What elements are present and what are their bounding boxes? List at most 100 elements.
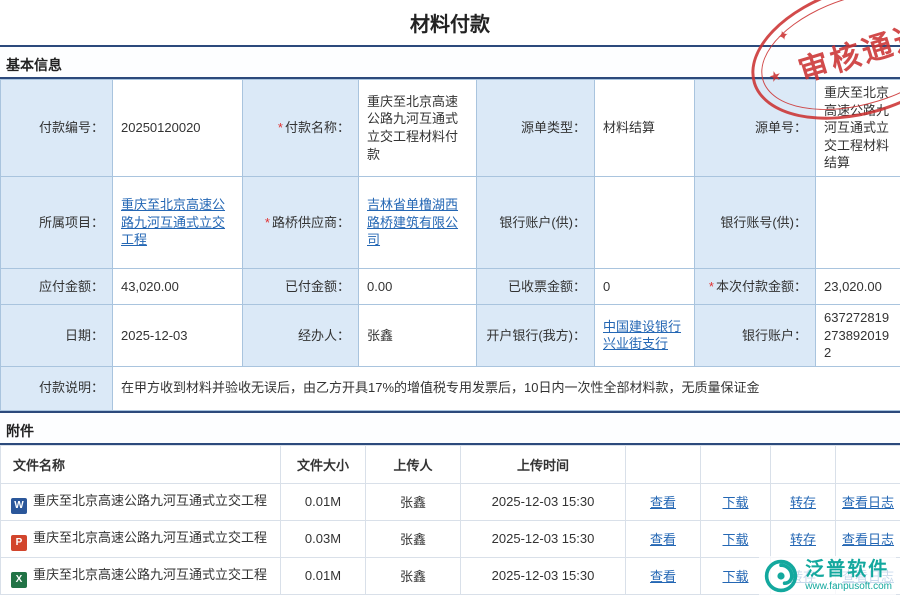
section-attachments-header: 附件 xyxy=(0,411,900,445)
field-label-text: 应付金额： xyxy=(39,279,104,294)
action-header-empty xyxy=(701,445,771,483)
view-link[interactable]: 查看 xyxy=(650,569,676,584)
field-label-text: 银行账号(供)： xyxy=(720,215,807,230)
view-link[interactable]: 查看 xyxy=(650,532,676,547)
project-value: 重庆至北京高速公路九河互通式立交工程 xyxy=(113,177,243,269)
payment-no-value: 20250120020 xyxy=(113,80,243,177)
bank-account-value: 6372728192738920192 xyxy=(816,305,900,367)
current-payment-value: 23,020.00 xyxy=(816,269,900,305)
view-cell: 查看 xyxy=(626,483,701,520)
our-bank-value: 中国建设银行兴业街支行 xyxy=(595,305,695,367)
field-label-text: 源单类型： xyxy=(521,120,586,135)
project-link[interactable]: 重庆至北京高速公路九河互通式立交工程 xyxy=(121,197,225,247)
handler-label: 经办人： xyxy=(243,305,359,367)
our-bank-label: 开户银行(我方)： xyxy=(477,305,595,367)
field-label-text: 银行账户(供)： xyxy=(499,215,586,230)
attachments-title: 附件 xyxy=(6,423,34,439)
file-name-header: 文件名称 xyxy=(1,445,281,483)
download-cell: 下载 xyxy=(701,520,771,557)
file-name-cell: P重庆至北京高速公路九河互通式立交工程 xyxy=(1,520,281,557)
field-label-text: 源单号： xyxy=(755,120,807,135)
bank-no-supplier-value xyxy=(816,177,900,269)
source-no-label: 源单号： xyxy=(695,80,816,177)
required-mark: * xyxy=(265,215,270,230)
our-bank-link[interactable]: 中国建设银行兴业街支行 xyxy=(603,319,681,352)
basic-info-title: 基本信息 xyxy=(6,57,62,73)
payment-name-label: *付款名称： xyxy=(243,80,359,177)
transfer-link[interactable]: 转存 xyxy=(790,495,816,510)
page-title: 材料付款 xyxy=(0,0,900,45)
supplier-label: *路桥供应商： xyxy=(243,177,359,269)
view-log-link[interactable]: 查看日志 xyxy=(842,532,894,547)
uploader-header: 上传人 xyxy=(366,445,461,483)
attachment-row: W重庆至北京高速公路九河互通式立交工程 0.01M 张鑫 2025-12-03 … xyxy=(1,483,900,520)
brand-watermark: 泛普软件 www.fanpusoft.com xyxy=(759,556,896,596)
upload-time-cell: 2025-12-03 15:30 xyxy=(461,483,626,520)
current-payment-label: *本次付款金额： xyxy=(695,269,816,305)
view-log-link[interactable]: 查看日志 xyxy=(842,495,894,510)
project-label: 所属项目： xyxy=(1,177,113,269)
basic-info-table: 付款编号： 20250120020 *付款名称： 重庆至北京高速公路九河互通式立… xyxy=(0,79,900,411)
excel-file-icon: X xyxy=(11,572,27,588)
upload-time-header: 上传时间 xyxy=(461,445,626,483)
field-label-text: 已付金额： xyxy=(285,279,350,294)
action-header-empty xyxy=(771,445,836,483)
field-label-text: 经办人： xyxy=(298,328,350,343)
supplier-value: 吉林省单橹湖西路桥建筑有限公司 xyxy=(359,177,477,269)
source-type-label: 源单类型： xyxy=(477,80,595,177)
attachment-row: P重庆至北京高速公路九河互通式立交工程 0.03M 张鑫 2025-12-03 … xyxy=(1,520,900,557)
brand-logo-icon xyxy=(763,558,799,594)
upload-time-cell: 2025-12-03 15:30 xyxy=(461,520,626,557)
view-cell: 查看 xyxy=(626,520,701,557)
field-label-text: 银行账户： xyxy=(742,328,807,343)
attachments-header-row: 文件名称 文件大小 上传人 上传时间 xyxy=(1,445,900,483)
invoiced-amount-label: 已收票金额： xyxy=(477,269,595,305)
required-mark: * xyxy=(278,120,283,135)
field-label-text: 付款编号： xyxy=(39,120,104,135)
field-label-text: 路桥供应商： xyxy=(272,215,350,230)
file-name-text: 重庆至北京高速公路九河互通式立交工程 xyxy=(33,530,267,545)
uploader-cell: 张鑫 xyxy=(366,520,461,557)
file-name-text: 重庆至北京高速公路九河互通式立交工程 xyxy=(33,567,267,582)
download-link[interactable]: 下载 xyxy=(722,569,748,584)
required-mark: * xyxy=(709,279,714,294)
upload-time-cell: 2025-12-03 15:30 xyxy=(461,557,626,594)
transfer-cell: 转存 xyxy=(771,483,836,520)
date-label: 日期： xyxy=(1,305,113,367)
file-name-cell: W重庆至北京高速公路九河互通式立交工程 xyxy=(1,483,281,520)
paid-amount-value: 0.00 xyxy=(359,269,477,305)
view-link[interactable]: 查看 xyxy=(650,495,676,510)
transfer-link[interactable]: 转存 xyxy=(790,532,816,547)
field-label-text: 本次付款金额： xyxy=(716,279,807,294)
brand-website: www.fanpusoft.com xyxy=(805,581,892,592)
bank-account-supplier-label: 银行账户(供)： xyxy=(477,177,595,269)
word-file-icon: W xyxy=(11,498,27,514)
payable-amount-label: 应付金额： xyxy=(1,269,113,305)
download-cell: 下载 xyxy=(701,483,771,520)
bank-account-label: 银行账户： xyxy=(695,305,816,367)
field-label-text: 所属项目： xyxy=(39,215,104,230)
date-value: 2025-12-03 xyxy=(113,305,243,367)
field-label-text: 已收票金额： xyxy=(508,279,586,294)
source-no-value: 重庆至北京高速公路九河互通式立交工程材料结算 xyxy=(816,80,900,177)
view-log-cell: 查看日志 xyxy=(836,483,900,520)
uploader-cell: 张鑫 xyxy=(366,483,461,520)
file-size-cell: 0.03M xyxy=(281,520,366,557)
file-size-header: 文件大小 xyxy=(281,445,366,483)
download-link[interactable]: 下载 xyxy=(722,532,748,547)
payment-note-value: 在甲方收到材料并验收无误后，由乙方开具17%的增值税专用发票后，10日内一次性全… xyxy=(113,366,900,410)
paid-amount-label: 已付金额： xyxy=(243,269,359,305)
download-link[interactable]: 下载 xyxy=(722,495,748,510)
supplier-link[interactable]: 吉林省单橹湖西路桥建筑有限公司 xyxy=(367,197,458,247)
action-header-empty xyxy=(836,445,900,483)
file-size-cell: 0.01M xyxy=(281,557,366,594)
field-label-text: 日期： xyxy=(65,328,104,343)
payment-note-label: 付款说明： xyxy=(1,366,113,410)
source-type-value: 材料结算 xyxy=(595,80,695,177)
bank-account-supplier-value xyxy=(595,177,695,269)
payment-name-value: 重庆至北京高速公路九河互通式立交工程材料付款 xyxy=(359,80,477,177)
payable-amount-value: 43,020.00 xyxy=(113,269,243,305)
file-name-cell: X 重庆至北京高速公路九河互通式立交工程 xyxy=(1,557,281,594)
field-label-text: 开户银行(我方)： xyxy=(486,328,586,343)
uploader-cell: 张鑫 xyxy=(366,557,461,594)
